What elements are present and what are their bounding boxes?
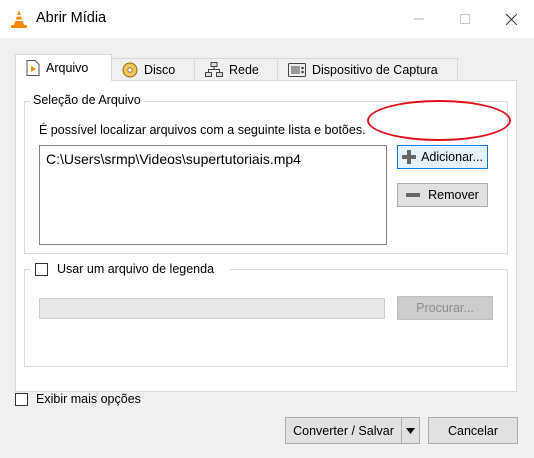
remove-button-label: Remover [428, 188, 479, 202]
add-button-label: Adicionar... [421, 150, 483, 164]
convert-save-button[interactable]: Converter / Salvar [285, 417, 402, 444]
add-button[interactable]: Adicionar... [397, 145, 488, 169]
disc-icon [122, 62, 138, 77]
network-icon [205, 61, 223, 77]
list-item[interactable]: C:\Users\srmp\Videos\supertutoriais.mp4 [46, 151, 380, 167]
browse-button[interactable]: Procurar... [397, 296, 493, 320]
tab-panel-arquivo: Seleção de Arquivo É possível localizar … [15, 80, 517, 392]
maximize-icon [460, 14, 470, 24]
more-options-label[interactable]: Exibir mais opções [36, 392, 141, 406]
tab-dispositivo-de-captura[interactable]: Dispositivo de Captura [277, 58, 458, 80]
tab-rede[interactable]: Rede [194, 58, 278, 80]
file-selection-legend: Seleção de Arquivo [30, 93, 144, 107]
subtitle-path-input[interactable] [39, 298, 385, 319]
convert-save-label: Converter / Salvar [293, 423, 394, 438]
window-title: Abrir Mídia [36, 10, 107, 26]
title-bar: Abrir Mídia [0, 0, 534, 38]
maximize-button[interactable] [442, 0, 488, 38]
cancel-label: Cancelar [447, 423, 499, 438]
subtitle-checkbox[interactable] [35, 263, 48, 276]
subtitle-checkbox-label[interactable]: Usar um arquivo de legenda [57, 262, 214, 276]
more-options-checkbox[interactable] [15, 393, 28, 406]
minus-icon [406, 193, 421, 197]
tab-label: Dispositivo de Captura [312, 62, 438, 77]
open-media-dialog: Arquivo Disco Rede Dispositivo de Captur… [0, 38, 534, 458]
cancel-button[interactable]: Cancelar [428, 417, 518, 444]
file-play-icon [26, 60, 40, 76]
tab-label: Disco [144, 62, 176, 77]
tab-label: Arquivo [46, 61, 89, 75]
vlc-cone-icon [11, 10, 27, 28]
tab-disco[interactable]: Disco [111, 58, 195, 80]
capture-device-icon [288, 62, 306, 77]
plus-icon [402, 150, 417, 164]
file-selection-hint: É possível localizar arquivos com a segu… [39, 123, 366, 137]
close-icon [505, 13, 517, 25]
minimize-icon [414, 18, 424, 20]
file-list[interactable]: C:\Users\srmp\Videos\supertutoriais.mp4 [39, 145, 387, 245]
minimize-button[interactable] [396, 0, 442, 38]
tab-label: Rede [229, 62, 259, 77]
subtitle-legend-area: Usar um arquivo de legenda [30, 260, 230, 278]
dropdown-arrow-icon [406, 427, 415, 434]
convert-dropdown-button[interactable] [401, 417, 420, 444]
remove-button[interactable]: Remover [397, 183, 488, 207]
browse-button-label: Procurar... [416, 301, 474, 315]
close-button[interactable] [488, 0, 534, 38]
tab-arquivo[interactable]: Arquivo [15, 54, 112, 81]
